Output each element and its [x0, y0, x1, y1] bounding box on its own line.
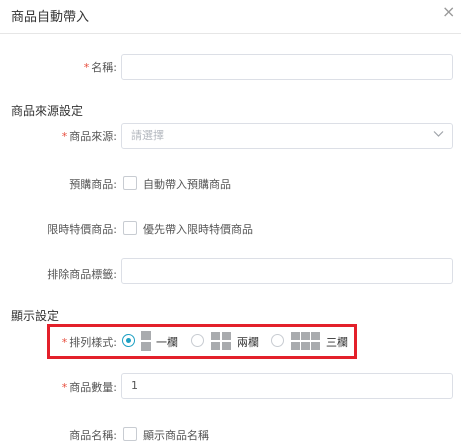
limited-checkbox[interactable] — [123, 221, 137, 235]
show-name-label: 商品名稱: — [69, 429, 117, 442]
source-select-placeholder: 請選擇 — [131, 129, 164, 142]
one-column-icon[interactable] — [141, 331, 151, 351]
two-column-icon[interactable] — [211, 332, 231, 351]
layout-radio-one-column[interactable] — [122, 334, 135, 347]
limited-label: 限時特價商品: — [47, 223, 117, 236]
show-name-option-label[interactable]: 顯示商品名稱 — [143, 427, 209, 443]
exclude-tags-input[interactable] — [121, 258, 453, 284]
required-mark: * — [61, 336, 68, 349]
exclude-label: 排除商品標籤: — [47, 268, 117, 281]
source-section-title: 商品來源設定 — [11, 104, 84, 118]
required-mark: * — [61, 130, 68, 143]
source-select[interactable]: 請選擇 — [121, 123, 453, 149]
name-input[interactable] — [121, 54, 453, 80]
chevron-down-icon — [433, 131, 444, 137]
layout-radio-three-column[interactable] — [271, 334, 284, 347]
source-label: * 商品來源: — [61, 130, 117, 143]
name-label: * 名稱: — [83, 61, 117, 74]
close-icon[interactable]: × — [442, 4, 455, 20]
layout-radio-two-column[interactable] — [191, 334, 204, 347]
layout-option-one[interactable]: 一欄 — [156, 334, 178, 350]
limited-option-label[interactable]: 優先帶入限時特價商品 — [143, 221, 253, 237]
dialog-header: 商品自動帶入 × — [0, 0, 461, 34]
count-label: * 商品數量: — [61, 381, 117, 394]
required-mark: * — [83, 61, 90, 74]
preorder-checkbox[interactable] — [123, 176, 137, 190]
required-mark: * — [61, 381, 68, 394]
layout-label: * 排列樣式: — [61, 336, 117, 349]
preorder-label: 預購商品: — [69, 178, 117, 191]
display-section-title: 顯示設定 — [11, 309, 60, 323]
dialog-title: 商品自動帶入 — [11, 10, 90, 25]
layout-option-two[interactable]: 兩欄 — [237, 334, 259, 350]
three-column-icon[interactable] — [291, 332, 321, 351]
layout-option-three[interactable]: 三欄 — [326, 334, 348, 350]
preorder-option-label[interactable]: 自動帶入預購商品 — [143, 176, 231, 192]
show-name-checkbox[interactable] — [123, 427, 137, 441]
count-input[interactable]: 1 — [121, 373, 453, 399]
